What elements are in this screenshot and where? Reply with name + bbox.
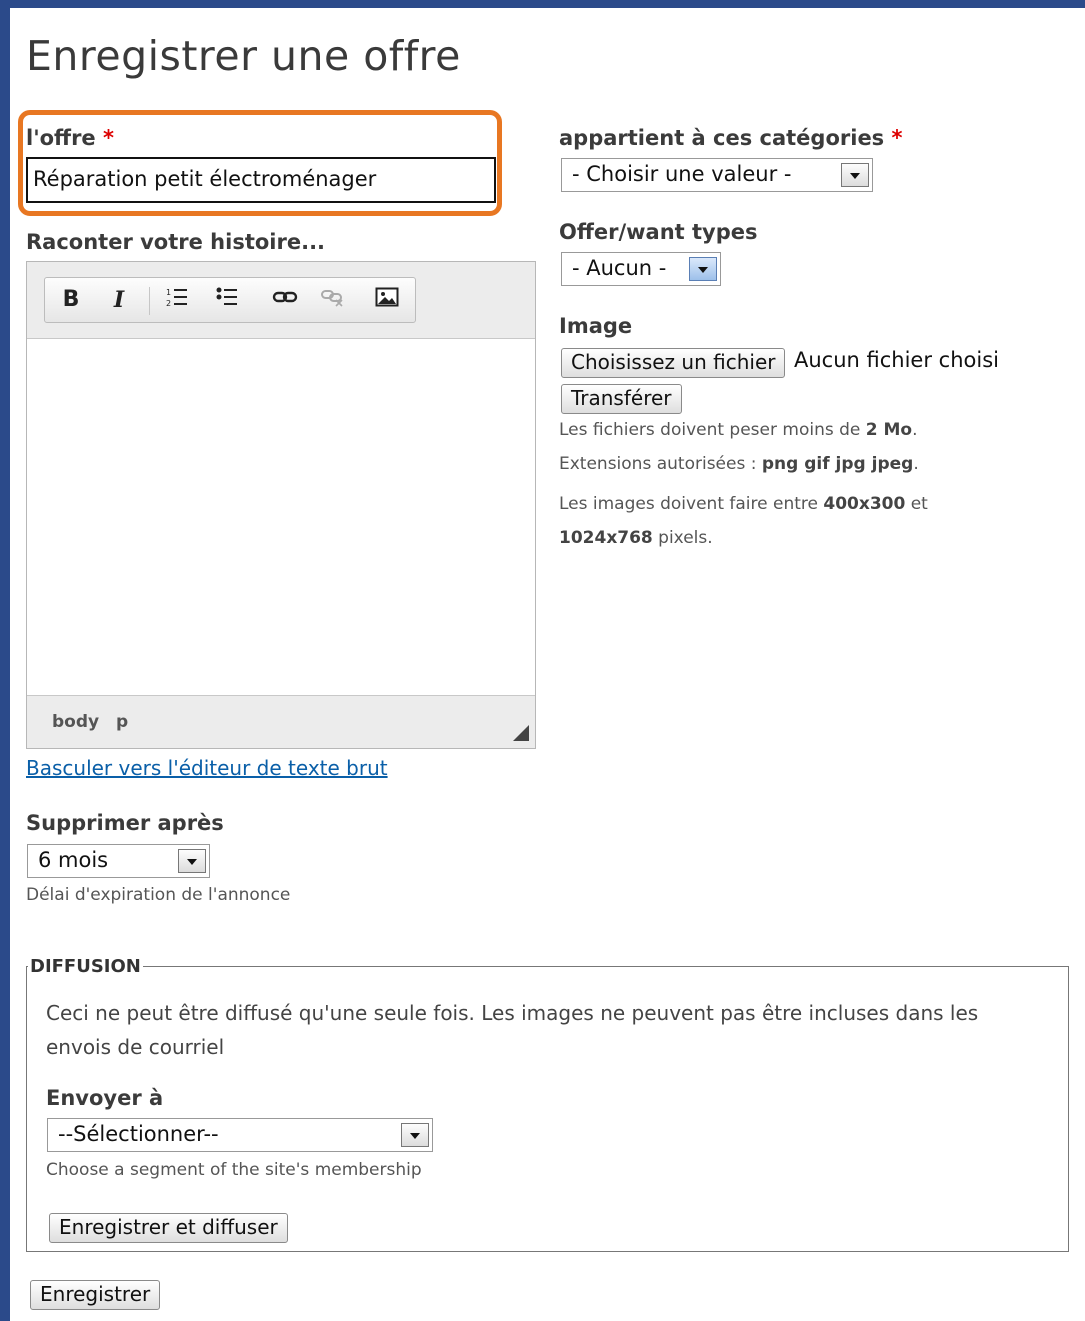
editor-toolbar: B I 12 xyxy=(27,262,535,339)
no-file-text: Aucun fichier choisi xyxy=(794,348,999,372)
chevron-down-icon xyxy=(401,1123,429,1147)
page-title: Enregistrer une offre xyxy=(26,32,461,80)
send-to-description: Choose a segment of the site's membershi… xyxy=(46,1160,422,1180)
resize-handle[interactable] xyxy=(513,725,529,741)
diffusion-notice-line-2: envois de courriel xyxy=(46,1035,225,1059)
numbered-list-icon[interactable]: 12 xyxy=(163,285,191,318)
save-and-diffuse-button[interactable]: Enregistrer et diffuser xyxy=(49,1213,288,1243)
send-to-select[interactable]: --Sélectionner-- xyxy=(47,1118,433,1152)
image-icon[interactable] xyxy=(373,285,401,318)
help-dim-min: 400x300 xyxy=(823,494,906,514)
offer-types-selected-value: - Aucun - xyxy=(572,256,667,280)
bold-icon[interactable]: B xyxy=(57,285,85,315)
italic-icon[interactable]: I xyxy=(105,285,133,315)
chevron-down-icon xyxy=(178,849,206,873)
send-to-label: Envoyer à xyxy=(46,1086,164,1110)
offer-label-text: l'offre xyxy=(26,126,96,150)
help-dim-suffix: pixels. xyxy=(652,528,713,548)
editor-toolbar-group: B I 12 xyxy=(44,277,416,323)
toolbar-separator xyxy=(149,287,150,315)
image-label: Image xyxy=(559,314,633,338)
unlink-icon[interactable] xyxy=(319,285,347,318)
required-mark: * xyxy=(102,126,114,150)
diffusion-legend: DIFFUSION xyxy=(28,956,143,977)
save-button[interactable]: Enregistrer xyxy=(30,1280,161,1310)
rich-text-editor: B I 12 body p xyxy=(26,261,536,749)
form-page: Enregistrer une offre l'offre * Réparati… xyxy=(10,8,1085,1321)
offer-types-label: Offer/want types xyxy=(559,220,758,244)
expire-selected-value: 6 mois xyxy=(38,848,109,872)
categories-selected-value: - Choisir une valeur - xyxy=(572,162,792,186)
offer-input[interactable]: Réparation petit électroménager xyxy=(26,157,496,203)
chevron-down-icon xyxy=(841,163,869,187)
categories-select[interactable]: - Choisir une valeur - xyxy=(561,158,873,192)
chevron-down-icon xyxy=(689,257,717,281)
path-p[interactable]: p xyxy=(116,712,128,732)
choose-file-button[interactable]: Choisissez un fichier xyxy=(561,348,786,378)
bullet-list-icon[interactable] xyxy=(213,285,241,318)
help-dim-max: 1024x768 xyxy=(559,528,653,548)
help-size-value: 2 Mo xyxy=(865,420,913,440)
path-body[interactable]: body xyxy=(52,712,99,732)
expire-description: Délai d'expiration de l'annonce xyxy=(26,885,291,905)
offer-input-value: Réparation petit électroménager xyxy=(33,167,377,191)
help-size-prefix: Les fichiers doivent peser moins de xyxy=(559,420,866,440)
help-ext-value: png gif jpg jpeg xyxy=(761,454,914,474)
required-mark: * xyxy=(891,126,903,150)
categories-label-text: appartient à ces catégories xyxy=(559,126,885,150)
expire-select[interactable]: 6 mois xyxy=(27,844,210,878)
editor-statusbar: body p xyxy=(27,695,535,748)
toggle-plain-text-link[interactable]: Basculer vers l'éditeur de texte brut xyxy=(26,756,388,780)
help-ext-prefix: Extensions autorisées : xyxy=(559,454,762,474)
diffusion-notice: Ceci ne peut être diffusé qu'une seule f… xyxy=(46,996,978,1064)
send-to-selected-value: --Sélectionner-- xyxy=(58,1122,219,1146)
help-dim-and: et xyxy=(905,494,928,514)
help-dim-prefix: Les images doivent faire entre xyxy=(559,494,824,514)
diffusion-notice-line-1: Ceci ne peut être diffusé qu'une seule f… xyxy=(46,1001,979,1025)
link-icon[interactable] xyxy=(271,285,299,318)
svg-text:2: 2 xyxy=(166,299,171,308)
image-help-dimensions: Les images doivent faire entre 400x300 e… xyxy=(559,487,1029,555)
upload-button[interactable]: Transférer xyxy=(561,384,682,414)
expire-label: Supprimer après xyxy=(26,811,224,835)
offer-types-select[interactable]: - Aucun - xyxy=(561,252,721,286)
categories-label: appartient à ces catégories * xyxy=(559,126,902,150)
image-help-size: Les fichiers doivent peser moins de 2 Mo… xyxy=(559,420,918,440)
svg-text:1: 1 xyxy=(166,288,171,297)
story-label: Raconter votre histoire... xyxy=(26,230,326,254)
image-help-extensions: Extensions autorisées : png gif jpg jpeg… xyxy=(559,454,919,474)
offer-label: l'offre * xyxy=(26,126,114,150)
